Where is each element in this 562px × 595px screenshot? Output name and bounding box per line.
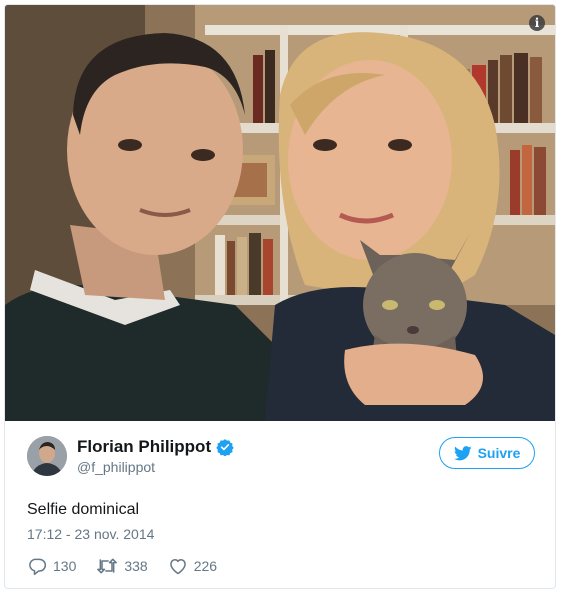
selfie-image — [5, 5, 555, 421]
author-display-name: Florian Philippot — [77, 437, 212, 456]
reply-count: 130 — [53, 558, 77, 574]
avatar-image — [27, 436, 67, 476]
follow-button[interactable]: Suivre — [439, 437, 535, 469]
like-action[interactable]: 226 — [168, 556, 217, 576]
retweet-count: 338 — [124, 558, 148, 574]
tweet-photo[interactable]: i — [5, 5, 555, 421]
tweet-header: Florian Philippot @f_philippot Suivre — [27, 435, 535, 479]
retweet-action[interactable]: 338 — [96, 556, 148, 576]
tweet-text: Selfie dominical — [27, 501, 140, 518]
avatar[interactable] — [27, 436, 67, 476]
follow-label: Suivre — [477, 445, 521, 461]
heart-icon — [169, 559, 186, 575]
author-name-row[interactable]: Florian Philippot — [77, 437, 234, 457]
tweet-timestamp[interactable]: 17:12 - 23 nov. 2014 — [27, 526, 154, 542]
like-count: 226 — [193, 558, 218, 574]
retweet-icon — [97, 558, 118, 574]
twitter-bird-icon — [453, 445, 472, 460]
info-icon[interactable]: i — [529, 15, 545, 31]
verified-badge-icon — [216, 439, 234, 456]
tweet-actions: 130 338 226 — [27, 556, 237, 576]
tweet-card: i Florian Philippot @f_philippot Suivre — [4, 4, 556, 589]
reply-action[interactable]: 130 — [27, 556, 76, 576]
author-handle[interactable]: @f_philippot — [77, 459, 155, 475]
reply-icon — [29, 558, 47, 576]
